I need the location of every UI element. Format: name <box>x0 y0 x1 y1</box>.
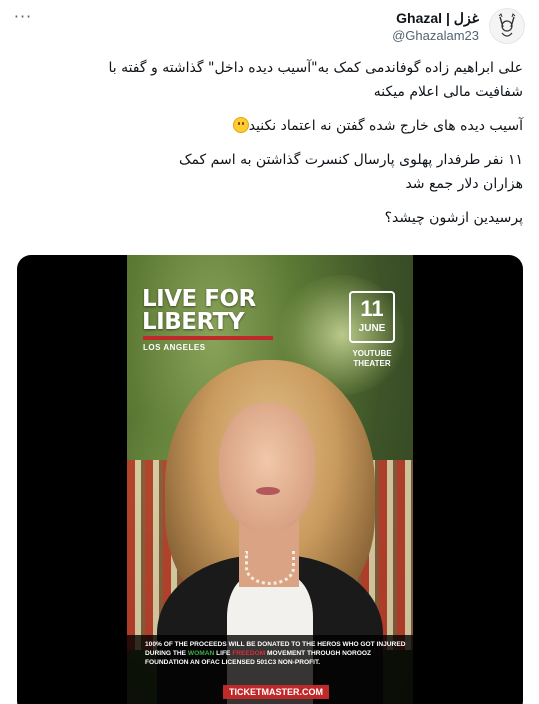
poster-venue: YOUTUBE THEATER <box>352 349 392 368</box>
tweet-paragraph-1-line-1: علی ابراهیم زاده گوفاندمی کمک به"آسیب دی… <box>108 60 523 76</box>
tweet-paragraph-3-line-2: هزاران دلار جمع شد <box>405 176 523 192</box>
more-horizontal-icon: ··· <box>13 6 33 26</box>
poster-red-tagline <box>143 336 273 340</box>
person-lips <box>256 487 280 495</box>
tweet-paragraph-2: آسیب دیده های خارج شده گفتن نه اعتماد نک… <box>18 114 523 138</box>
poster-location: LOS ANGELES <box>143 343 206 352</box>
tweet-paragraph-2-text: آسیب دیده های خارج شده گفتن نه اعتماد نک… <box>248 118 523 134</box>
display-name[interactable]: Ghazal | غزل <box>392 9 479 27</box>
avatar-illustration <box>498 13 516 37</box>
tweet-header: Ghazal | غزل @Ghazalam23 <box>392 6 525 46</box>
poster-ticket-label: TICKETMASTER.COM <box>223 685 329 699</box>
person-face <box>219 403 315 531</box>
author-names: Ghazal | غزل @Ghazalam23 <box>392 9 479 44</box>
smiling-face-emoji-icon <box>232 117 249 133</box>
poster-proceeds-text: 100% OF THE PROCEEDS WILL BE DONATED TO … <box>145 640 407 667</box>
tweet-paragraph-1: علی ابراهیم زاده گوفاندمی کمک به"آسیب دی… <box>18 56 523 104</box>
concert-poster: LIVE FOR LIBERTY LOS ANGELES 11 JUNE YOU… <box>127 255 413 704</box>
tweet-text: علی ابراهیم زاده گوفاندمی کمک به"آسیب دی… <box>18 56 523 242</box>
tweet-paragraph-4: پرسیدین ازشون چیشد؟ <box>384 210 523 226</box>
proceeds-woman: WOMAN <box>187 650 215 657</box>
proceeds-freedom: FREEDOM <box>232 650 266 657</box>
tweet-paragraph-3-line-1: ۱۱ نفر طرفدار پهلوی پارسال کنسرت گذاشتن … <box>178 152 523 168</box>
poster-date-day: 11 <box>360 296 384 321</box>
user-handle[interactable]: @Ghazalam23 <box>392 27 479 44</box>
poster-date-month: JUNE <box>358 323 386 334</box>
tweet-media-video[interactable]: LIVE FOR LIBERTY LOS ANGELES 11 JUNE YOU… <box>17 255 523 704</box>
more-options-button[interactable]: ··· <box>12 6 34 26</box>
pearl-necklace <box>245 551 295 585</box>
avatar[interactable] <box>489 8 525 44</box>
proceeds-life: LIFE <box>216 650 231 657</box>
tweet-paragraph-1-line-2: شفافیت مالی اعلام میکنه <box>373 84 523 100</box>
tweet-paragraph-3: ۱۱ نفر طرفدار پهلوی پارسال کنسرت گذاشتن … <box>18 148 523 196</box>
poster-date-box: 11 JUNE <box>349 291 395 343</box>
poster-title: LIVE FOR LIBERTY <box>142 286 256 335</box>
